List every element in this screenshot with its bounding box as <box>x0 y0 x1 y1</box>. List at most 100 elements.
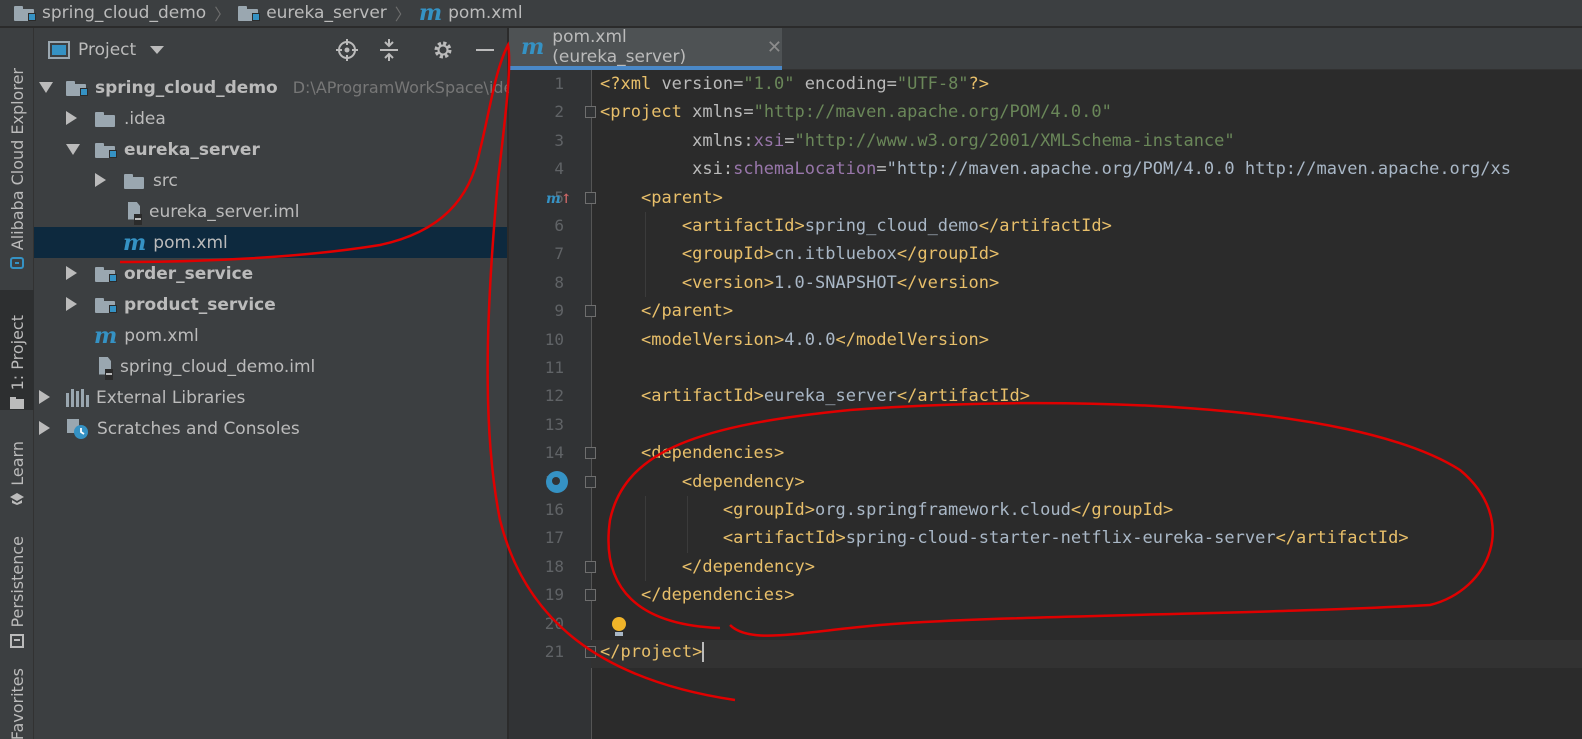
project-view-selector[interactable]: Project <box>78 40 136 60</box>
close-icon[interactable]: ✕ <box>767 37 782 58</box>
current-line-highlight <box>591 640 1582 668</box>
breadcrumb-item-project[interactable]: spring_cloud_demo <box>14 3 206 23</box>
collapse-all-button[interactable] <box>377 38 401 62</box>
line-number: 6 <box>554 216 564 235</box>
maven-parent-gutter-icon[interactable]: m↑ <box>546 191 572 207</box>
project-tree: spring_cloud_demo D:\AProgramWorkSpace\i… <box>34 72 529 444</box>
tool-tab-learn[interactable]: Learn <box>0 426 34 506</box>
fold-marker-icon[interactable] <box>585 191 596 204</box>
collapse-icon <box>380 39 398 61</box>
tree-node-root-pom[interactable]: m pom.xml <box>34 320 507 351</box>
line-number: 20 <box>544 613 564 633</box>
editor-tab-label: pom.xml (eureka_server) <box>552 27 687 67</box>
fold-marker-icon[interactable] <box>585 589 596 602</box>
line-number: 13 <box>544 414 564 434</box>
tree-node-order-service[interactable]: order_service <box>34 258 507 289</box>
persistence-icon <box>10 634 24 648</box>
expand-arrow-icon[interactable] <box>66 111 77 125</box>
tool-tab-alibaba-cloud[interactable]: Alibaba Cloud Explorer <box>0 40 34 270</box>
crosshair-icon <box>336 39 358 61</box>
folder-icon <box>95 142 117 158</box>
tree-node-label: External Libraries <box>96 387 246 408</box>
code-line: <dependency> <box>681 471 805 492</box>
indent-guide <box>645 212 646 298</box>
tool-tab-persistence[interactable]: Persistence <box>0 528 34 648</box>
line-number: 18 <box>544 556 564 576</box>
expand-arrow-icon[interactable] <box>39 421 50 435</box>
tree-node-label: spring_cloud_demo <box>95 77 278 98</box>
breadcrumb: spring_cloud_demo 〉 eureka_server 〉 m po… <box>0 0 1582 27</box>
expand-arrow-icon[interactable] <box>66 144 80 155</box>
tool-tab-project[interactable]: 1: Project <box>0 290 34 410</box>
cloud-icon <box>10 257 24 269</box>
folder-icon <box>66 80 88 96</box>
tree-node-label: product_service <box>124 294 276 315</box>
tree-node-external-libraries[interactable]: External Libraries <box>34 382 507 413</box>
tree-node-label: pom.xml <box>153 232 228 253</box>
line-number: 4 <box>554 159 564 179</box>
tree-node-label: eureka_server <box>124 139 260 160</box>
tree-node-eureka-iml[interactable]: eureka_server.iml <box>34 196 507 227</box>
code-line: <artifactId>eureka_server</artifactId> <box>640 386 1030 407</box>
fold-column <box>591 70 592 739</box>
tree-node-root[interactable]: spring_cloud_demo D:\AProgramWorkSpace\i… <box>34 72 529 103</box>
tool-window-stripe: Alibaba Cloud Explorer 1: Project Learn … <box>0 28 34 739</box>
code-editor[interactable]: 123456789101112131415161718192021 m↑ <?x… <box>509 70 1582 739</box>
dependency-gutter-icon[interactable] <box>546 471 568 493</box>
fold-marker-icon[interactable] <box>585 106 596 119</box>
fold-marker-icon[interactable] <box>585 560 596 573</box>
line-number: 3 <box>554 130 564 150</box>
tree-node-eureka-pom[interactable]: m pom.xml <box>34 227 507 258</box>
tree-node-root-iml[interactable]: spring_cloud_demo.iml <box>34 351 507 382</box>
folder-icon <box>124 173 146 189</box>
expand-arrow-icon[interactable] <box>66 266 77 280</box>
fold-marker-icon[interactable] <box>585 646 596 658</box>
breadcrumb-label: pom.xml <box>448 3 523 23</box>
breadcrumb-label: eureka_server <box>266 3 387 23</box>
line-number: 1 <box>554 74 564 93</box>
code-line: </dependency> <box>681 556 815 577</box>
folder-icon <box>95 111 117 127</box>
lightbulb-icon[interactable] <box>611 617 627 637</box>
editor-tab-pom[interactable]: m pom.xml (eureka_server) ✕ <box>509 27 782 70</box>
code-line: <modelVersion>4.0.0</modelVersion> <box>640 329 990 350</box>
expand-arrow-icon[interactable] <box>66 297 77 311</box>
learn-icon <box>10 493 24 505</box>
code-line: </parent> <box>640 301 734 322</box>
tree-node-eureka-server[interactable]: eureka_server <box>34 134 507 165</box>
tree-node-idea[interactable]: .idea <box>34 103 507 134</box>
tree-node-product-service[interactable]: product_service <box>34 289 507 320</box>
fold-marker-icon[interactable] <box>585 305 596 318</box>
tool-tab-label: Favorites <box>7 668 27 739</box>
expand-arrow-icon[interactable] <box>95 173 106 187</box>
maven-icon: m <box>418 0 443 26</box>
line-number: 7 <box>554 244 564 264</box>
tool-tab-label: Learn <box>7 441 27 486</box>
settings-button[interactable] <box>431 38 455 62</box>
locate-button[interactable] <box>335 38 359 62</box>
code-line: <?xml version="1.0" encoding="UTF-8"?> <box>600 74 990 94</box>
project-panel-header: Project <box>34 28 507 72</box>
folder-icon <box>95 266 117 282</box>
folder-icon <box>238 5 261 21</box>
folder-icon <box>95 297 117 313</box>
chevron-down-icon[interactable] <box>150 46 165 54</box>
breadcrumb-item-file[interactable]: m pom.xml <box>419 2 523 24</box>
breadcrumb-item-module[interactable]: eureka_server <box>238 3 387 23</box>
expand-arrow-icon[interactable] <box>39 390 50 404</box>
expand-arrow-icon[interactable] <box>39 82 53 93</box>
hide-panel-button[interactable] <box>473 38 497 62</box>
tree-node-scratches[interactable]: Scratches and Consoles <box>34 413 507 444</box>
tool-tab-favorites[interactable]: Favorites <box>0 668 34 739</box>
tree-node-src[interactable]: src <box>34 165 507 196</box>
tree-node-label: src <box>153 170 178 191</box>
fold-marker-icon[interactable] <box>585 447 596 460</box>
code-line: <groupId>org.springframework.cloud</grou… <box>722 500 1174 520</box>
code-line: <dependencies> <box>640 443 785 464</box>
code-line: xsi:schemaLocation="http://maven.apache.… <box>692 159 1511 180</box>
editor-tab-bar: m pom.xml (eureka_server) ✕ <box>509 27 1582 70</box>
code-line: <groupId>cn.itbluebox</groupId> <box>681 244 1000 265</box>
iml-file-icon <box>126 202 142 225</box>
fold-marker-icon[interactable] <box>585 475 596 488</box>
line-number: 8 <box>554 272 564 292</box>
